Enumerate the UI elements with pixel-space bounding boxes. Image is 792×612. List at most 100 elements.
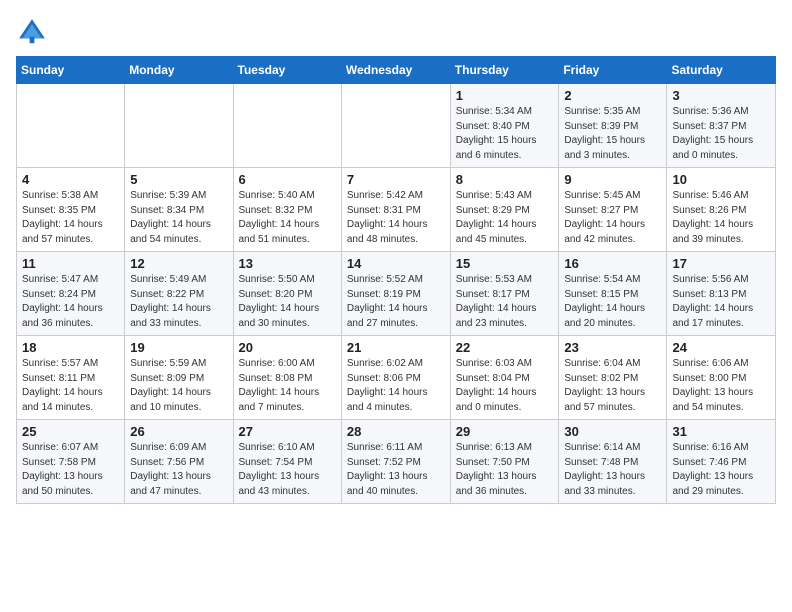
calendar-cell: 31 Sunrise: 6:16 AM Sunset: 7:46 PM Dayli… — [667, 420, 776, 504]
day-info: Sunrise: 5:45 AM Sunset: 8:27 PM Dayligh… — [564, 189, 661, 247]
day-info: Sunrise: 6:10 AM Sunset: 7:54 PM Dayligh… — [239, 441, 336, 499]
calendar-cell — [125, 84, 233, 168]
calendar-cell: 1 Sunrise: 5:34 AM Sunset: 8:40 PM Daylig… — [450, 84, 559, 168]
day-info: Sunrise: 6:13 AM Sunset: 7:50 PM Dayligh… — [456, 441, 554, 499]
page-header — [16, 16, 776, 48]
day-info: Sunrise: 6:04 AM Sunset: 8:02 PM Dayligh… — [564, 357, 661, 415]
calendar-cell: 24 Sunrise: 6:06 AM Sunset: 8:00 PM Dayli… — [667, 336, 776, 420]
day-number: 10 — [672, 172, 770, 187]
logo — [16, 16, 52, 48]
calendar-header-row: SundayMondayTuesdayWednesdayThursdayFrid… — [17, 57, 776, 84]
calendar-cell: 13Sunrise: 5:50 AM Sunset: 8:20 PM Dayli… — [233, 252, 341, 336]
day-info: Sunrise: 6:03 AM Sunset: 8:04 PM Dayligh… — [456, 357, 554, 415]
day-info: Sunrise: 5:38 AM Sunset: 8:35 PM Dayligh… — [22, 189, 119, 247]
day-number: 24 — [672, 340, 770, 355]
calendar-cell: 29 Sunrise: 6:13 AM Sunset: 7:50 PM Dayli… — [450, 420, 559, 504]
day-header-tuesday: Tuesday — [233, 57, 341, 84]
day-number: 16 — [564, 256, 661, 271]
day-number: 18 — [22, 340, 119, 355]
day-number: 6 — [239, 172, 336, 187]
day-number: 27 — [239, 424, 336, 439]
calendar-cell: 11 Sunrise: 5:47 AM Sunset: 8:24 PM Dayli… — [17, 252, 125, 336]
day-info: Sunrise: 5:54 AM Sunset: 8:15 PM Dayligh… — [564, 273, 661, 331]
day-number: 2 — [564, 88, 661, 103]
day-number: 11 — [22, 256, 119, 271]
day-info: Sunrise: 6:00 AM Sunset: 8:08 PM Dayligh… — [239, 357, 336, 415]
calendar-cell: 6Sunrise: 5:40 AM Sunset: 8:32 PM Daylig… — [233, 168, 341, 252]
calendar-cell: 25 Sunrise: 6:07 AM Sunset: 7:58 PM Dayli… — [17, 420, 125, 504]
calendar-cell: 7 Sunrise: 5:42 AM Sunset: 8:31 PM Daylig… — [341, 168, 450, 252]
calendar-cell: 19Sunrise: 5:59 AM Sunset: 8:09 PM Dayli… — [125, 336, 233, 420]
day-number: 14 — [347, 256, 445, 271]
calendar-cell: 20 Sunrise: 6:00 AM Sunset: 8:08 PM Dayli… — [233, 336, 341, 420]
day-info: Sunrise: 5:36 AM Sunset: 8:37 PM Dayligh… — [672, 105, 770, 163]
day-info: Sunrise: 6:14 AM Sunset: 7:48 PM Dayligh… — [564, 441, 661, 499]
day-number: 23 — [564, 340, 661, 355]
day-number: 28 — [347, 424, 445, 439]
calendar-week-3: 18 Sunrise: 5:57 AM Sunset: 8:11 PM Dayli… — [17, 336, 776, 420]
calendar-cell: 23 Sunrise: 6:04 AM Sunset: 8:02 PM Dayli… — [559, 336, 667, 420]
calendar-week-0: 1 Sunrise: 5:34 AM Sunset: 8:40 PM Daylig… — [17, 84, 776, 168]
day-number: 17 — [672, 256, 770, 271]
day-header-friday: Friday — [559, 57, 667, 84]
day-number: 7 — [347, 172, 445, 187]
day-number: 4 — [22, 172, 119, 187]
calendar-week-2: 11 Sunrise: 5:47 AM Sunset: 8:24 PM Dayli… — [17, 252, 776, 336]
logo-icon — [16, 16, 48, 48]
calendar-table: SundayMondayTuesdayWednesdayThursdayFrid… — [16, 56, 776, 504]
day-header-sunday: Sunday — [17, 57, 125, 84]
day-info: Sunrise: 5:53 AM Sunset: 8:17 PM Dayligh… — [456, 273, 554, 331]
calendar-cell — [341, 84, 450, 168]
day-info: Sunrise: 5:34 AM Sunset: 8:40 PM Dayligh… — [456, 105, 554, 163]
day-number: 20 — [239, 340, 336, 355]
day-number: 25 — [22, 424, 119, 439]
calendar-cell: 27 Sunrise: 6:10 AM Sunset: 7:54 PM Dayli… — [233, 420, 341, 504]
calendar-cell — [233, 84, 341, 168]
day-info: Sunrise: 5:52 AM Sunset: 8:19 PM Dayligh… — [347, 273, 445, 331]
day-number: 5 — [130, 172, 227, 187]
calendar-cell: 17 Sunrise: 5:56 AM Sunset: 8:13 PM Dayli… — [667, 252, 776, 336]
day-info: Sunrise: 5:57 AM Sunset: 8:11 PM Dayligh… — [22, 357, 119, 415]
day-info: Sunrise: 5:42 AM Sunset: 8:31 PM Dayligh… — [347, 189, 445, 247]
calendar-cell — [17, 84, 125, 168]
day-info: Sunrise: 5:46 AM Sunset: 8:26 PM Dayligh… — [672, 189, 770, 247]
calendar-cell: 4 Sunrise: 5:38 AM Sunset: 8:35 PM Daylig… — [17, 168, 125, 252]
calendar-week-1: 4 Sunrise: 5:38 AM Sunset: 8:35 PM Daylig… — [17, 168, 776, 252]
day-number: 12 — [130, 256, 227, 271]
day-number: 30 — [564, 424, 661, 439]
calendar-cell: 10 Sunrise: 5:46 AM Sunset: 8:26 PM Dayli… — [667, 168, 776, 252]
day-number: 31 — [672, 424, 770, 439]
day-info: Sunrise: 5:49 AM Sunset: 8:22 PM Dayligh… — [130, 273, 227, 331]
day-info: Sunrise: 6:07 AM Sunset: 7:58 PM Dayligh… — [22, 441, 119, 499]
calendar-cell: 8 Sunrise: 5:43 AM Sunset: 8:29 PM Daylig… — [450, 168, 559, 252]
day-info: Sunrise: 5:47 AM Sunset: 8:24 PM Dayligh… — [22, 273, 119, 331]
day-info: Sunrise: 5:56 AM Sunset: 8:13 PM Dayligh… — [672, 273, 770, 331]
day-info: Sunrise: 5:50 AM Sunset: 8:20 PM Dayligh… — [239, 273, 336, 331]
calendar-cell: 30 Sunrise: 6:14 AM Sunset: 7:48 PM Dayli… — [559, 420, 667, 504]
day-number: 29 — [456, 424, 554, 439]
day-number: 3 — [672, 88, 770, 103]
day-number: 1 — [456, 88, 554, 103]
calendar-cell: 28Sunrise: 6:11 AM Sunset: 7:52 PM Dayli… — [341, 420, 450, 504]
day-info: Sunrise: 6:16 AM Sunset: 7:46 PM Dayligh… — [672, 441, 770, 499]
day-info: Sunrise: 5:59 AM Sunset: 8:09 PM Dayligh… — [130, 357, 227, 415]
day-header-saturday: Saturday — [667, 57, 776, 84]
day-info: Sunrise: 6:02 AM Sunset: 8:06 PM Dayligh… — [347, 357, 445, 415]
calendar-cell: 5 Sunrise: 5:39 AM Sunset: 8:34 PM Daylig… — [125, 168, 233, 252]
calendar-cell: 2 Sunrise: 5:35 AM Sunset: 8:39 PM Daylig… — [559, 84, 667, 168]
day-info: Sunrise: 5:35 AM Sunset: 8:39 PM Dayligh… — [564, 105, 661, 163]
day-info: Sunrise: 5:39 AM Sunset: 8:34 PM Dayligh… — [130, 189, 227, 247]
day-info: Sunrise: 6:09 AM Sunset: 7:56 PM Dayligh… — [130, 441, 227, 499]
calendar-cell: 3 Sunrise: 5:36 AM Sunset: 8:37 PM Daylig… — [667, 84, 776, 168]
calendar-cell: 15Sunrise: 5:53 AM Sunset: 8:17 PM Dayli… — [450, 252, 559, 336]
day-info: Sunrise: 6:06 AM Sunset: 8:00 PM Dayligh… — [672, 357, 770, 415]
day-number: 21 — [347, 340, 445, 355]
day-header-monday: Monday — [125, 57, 233, 84]
calendar-cell: 12 Sunrise: 5:49 AM Sunset: 8:22 PM Dayli… — [125, 252, 233, 336]
calendar-cell: 22Sunrise: 6:03 AM Sunset: 8:04 PM Dayli… — [450, 336, 559, 420]
day-info: Sunrise: 5:43 AM Sunset: 8:29 PM Dayligh… — [456, 189, 554, 247]
calendar-cell: 18 Sunrise: 5:57 AM Sunset: 8:11 PM Dayli… — [17, 336, 125, 420]
calendar-cell: 16 Sunrise: 5:54 AM Sunset: 8:15 PM Dayli… — [559, 252, 667, 336]
calendar-week-4: 25 Sunrise: 6:07 AM Sunset: 7:58 PM Dayli… — [17, 420, 776, 504]
day-number: 8 — [456, 172, 554, 187]
